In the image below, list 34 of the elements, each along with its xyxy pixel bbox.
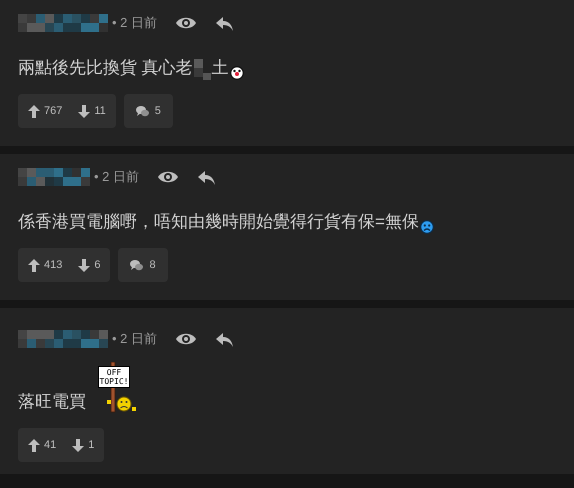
down-arrow-icon	[72, 438, 84, 452]
post-time: • 2 日前	[112, 14, 158, 32]
up-arrow-icon	[28, 104, 40, 118]
reply-icon[interactable]	[215, 15, 234, 31]
reply-icon[interactable]	[197, 169, 216, 185]
speech-bubbles-icon	[136, 105, 149, 117]
down-arrow-icon	[78, 258, 90, 272]
downvote-button[interactable]: 6	[78, 256, 100, 274]
replies-button[interactable]: 5	[124, 94, 173, 128]
up-arrow-icon	[28, 258, 40, 272]
clown-face-icon	[230, 66, 244, 80]
upvote-button[interactable]: 413	[28, 256, 62, 274]
pixelated-censor-drawing	[194, 59, 211, 80]
sad-face-icon	[420, 220, 434, 234]
comment-text: 土	[212, 56, 229, 78]
view-icon[interactable]	[157, 169, 180, 185]
down-arrow-icon	[78, 104, 90, 118]
downvote-button[interactable]: 11	[78, 102, 106, 120]
speech-bubbles-icon	[130, 259, 144, 271]
reply-icon[interactable]	[215, 331, 234, 347]
downvote-button[interactable]: 1	[72, 436, 94, 454]
view-icon[interactable]	[175, 15, 198, 31]
sign-text: OFF TOPIC!	[98, 366, 130, 388]
up-arrow-icon	[28, 438, 40, 452]
upvote-button[interactable]: 767	[28, 102, 62, 120]
pixelated-name-drawing	[18, 168, 90, 186]
view-icon[interactable]	[175, 331, 198, 347]
replies-button[interactable]: 8	[118, 248, 168, 282]
post-time: • 2 日前	[112, 330, 158, 348]
comment-text: 係香港買電腦嘢，唔知由幾時開始覺得行貨有保=無保	[18, 210, 419, 232]
upvote-button[interactable]: 41	[28, 436, 56, 454]
post-time: • 2 日前	[94, 168, 140, 186]
comment-text: 兩點後先比換貨 真心老	[18, 56, 193, 78]
comment-text: 落旺電買	[18, 390, 86, 412]
